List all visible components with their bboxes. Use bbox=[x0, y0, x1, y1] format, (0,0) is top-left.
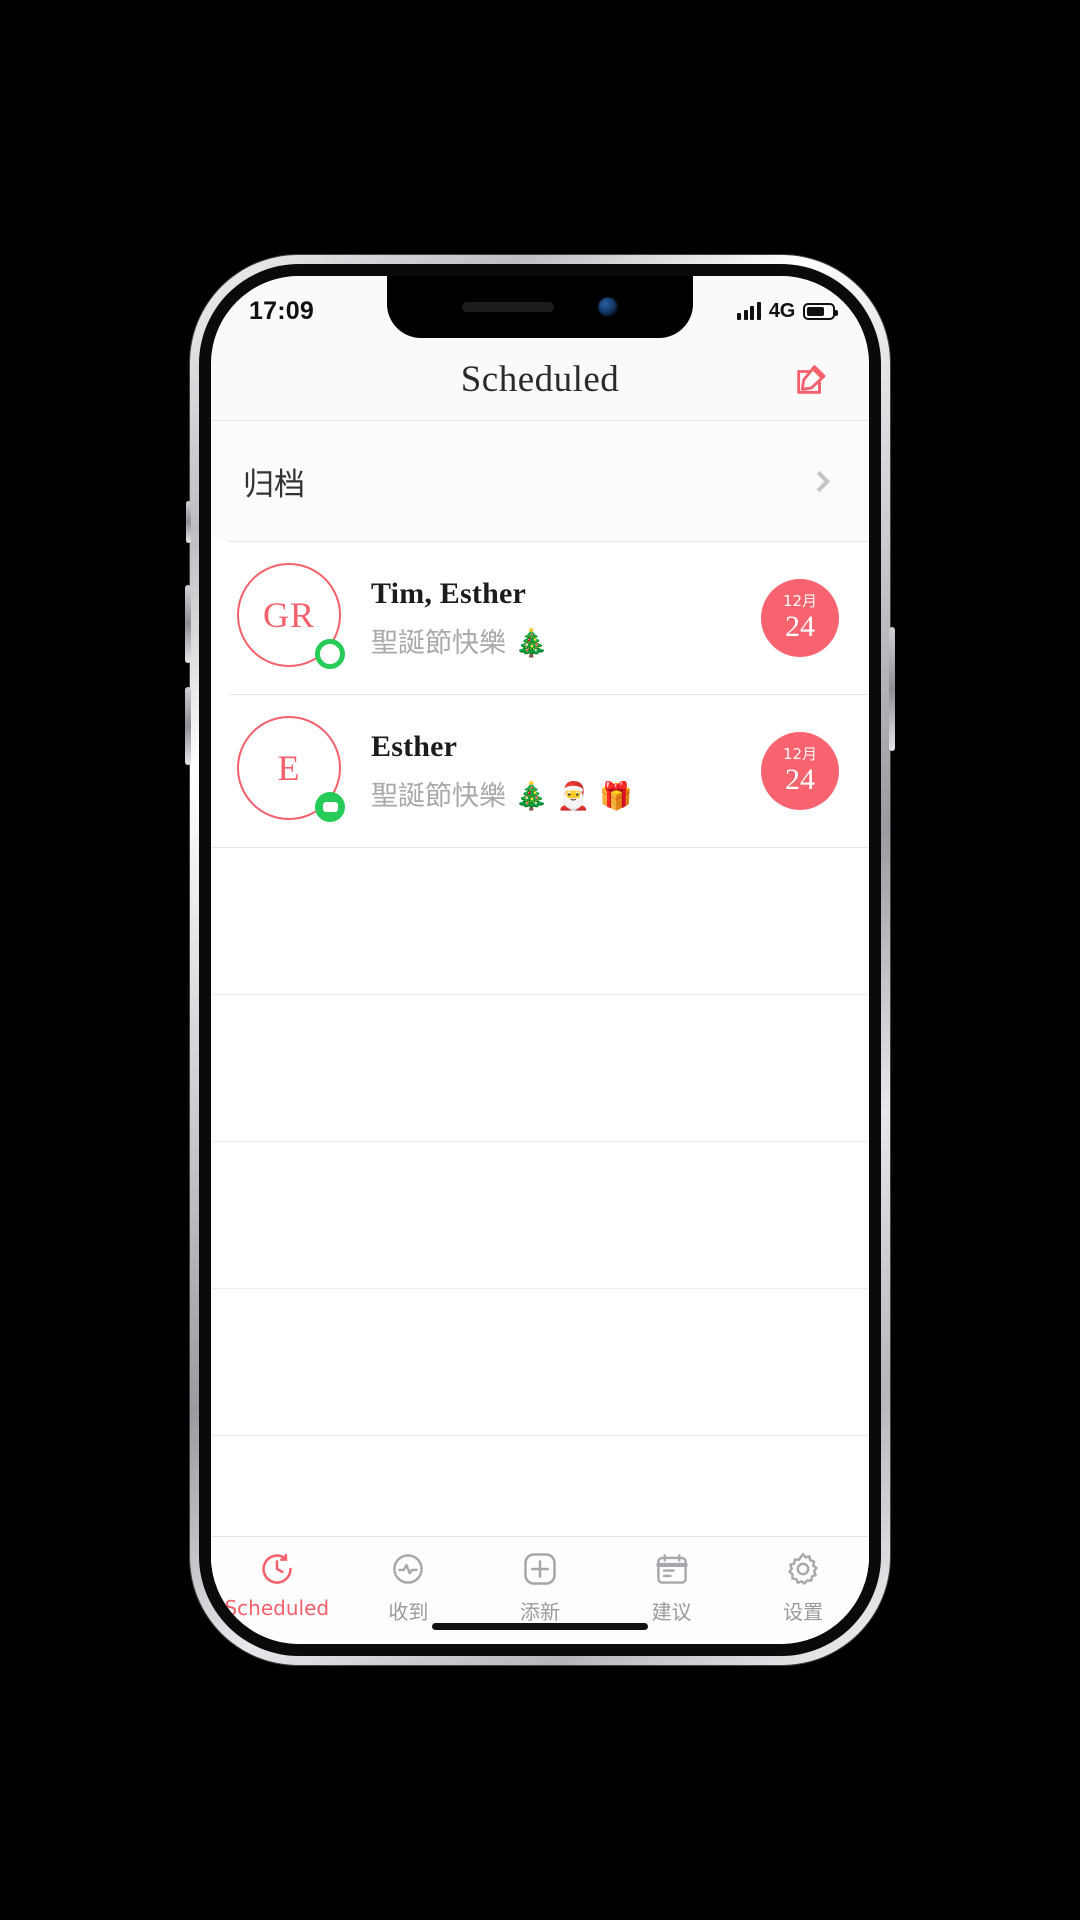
clock-icon bbox=[257, 1549, 297, 1589]
status-time: 17:09 bbox=[249, 296, 314, 325]
archive-row[interactable]: 归档 bbox=[211, 421, 869, 541]
calendar-icon bbox=[652, 1549, 692, 1589]
message-text: Esther 聖誕節快樂 🎄 🎅 🎁 bbox=[347, 730, 761, 813]
tab-label: 设置 bbox=[783, 1600, 824, 1624]
message-list: 归档 GR Tim, Esther 聖誕節快樂 🎄 12月 24 E Esthe… bbox=[211, 421, 869, 1583]
badge-month: 12月 bbox=[782, 745, 818, 763]
avatar: E bbox=[237, 716, 347, 826]
nav-bar: Scheduled bbox=[211, 338, 869, 420]
status-indicators: 4G bbox=[737, 299, 838, 323]
badge-day: 24 bbox=[785, 610, 815, 643]
contact-name: Tim, Esther bbox=[371, 576, 526, 610]
tab-scheduled[interactable]: Scheduled bbox=[211, 1549, 343, 1620]
empty-row bbox=[211, 1289, 869, 1436]
phone-bezel: 17:09 4G Scheduled 归档 GR Tim, Esther 聖誕節… bbox=[199, 264, 881, 1656]
tab-inbox[interactable]: 收到 bbox=[343, 1549, 475, 1625]
compose-pencil-icon[interactable] bbox=[789, 356, 835, 402]
badge-day: 24 bbox=[785, 763, 815, 796]
tab-label: 添新 bbox=[519, 1600, 560, 1624]
network-type-label: 4G bbox=[768, 299, 795, 322]
contact-name: Esther bbox=[371, 729, 458, 763]
archive-label: 归档 bbox=[243, 466, 305, 503]
presence-chat-bubble-icon bbox=[315, 792, 345, 822]
battery-icon bbox=[803, 302, 838, 320]
phone-frame: 17:09 4G Scheduled 归档 GR Tim, Esther 聖誕節… bbox=[185, 255, 895, 1665]
volume-down-button[interactable] bbox=[185, 687, 191, 765]
page-title: Scheduled bbox=[460, 358, 620, 400]
tab-label: 建议 bbox=[651, 1600, 692, 1624]
presence-online-icon bbox=[315, 639, 345, 669]
badge-month: 12月 bbox=[782, 592, 818, 610]
message-preview: 聖誕節快樂 🎄 🎅 🎁 bbox=[371, 780, 633, 812]
power-button[interactable] bbox=[889, 627, 895, 751]
chevron-right-icon bbox=[808, 470, 831, 492]
screenshot-stage: 17:09 4G Scheduled 归档 GR Tim, Esther 聖誕節… bbox=[0, 0, 1080, 1920]
message-preview: 聖誕節快樂 🎄 bbox=[371, 627, 549, 659]
status-badge: 12月 24 bbox=[761, 579, 839, 657]
volume-up-button[interactable] bbox=[185, 585, 191, 663]
tab-label: 收到 bbox=[388, 1600, 429, 1624]
gear-icon bbox=[783, 1549, 823, 1589]
silent-switch[interactable] bbox=[186, 501, 191, 543]
status-badge: 12月 24 bbox=[761, 732, 839, 810]
front-camera-icon bbox=[598, 297, 618, 317]
tab-add-new[interactable]: 添新 bbox=[474, 1549, 606, 1625]
tab-label: Scheduled bbox=[224, 1596, 330, 1620]
inbox-pulse-icon bbox=[388, 1549, 428, 1589]
empty-row bbox=[211, 995, 869, 1142]
list-item[interactable]: E Esther 聖誕節快樂 🎄 🎅 🎁 12月 24 bbox=[211, 695, 869, 847]
notch bbox=[387, 276, 693, 338]
plus-circle-icon bbox=[520, 1549, 560, 1589]
message-text: Tim, Esther 聖誕節快樂 🎄 bbox=[347, 577, 761, 660]
empty-row bbox=[211, 1142, 869, 1289]
phone-screen: 17:09 4G Scheduled 归档 GR Tim, Esther 聖誕節… bbox=[211, 276, 869, 1644]
tab-settings[interactable]: 设置 bbox=[737, 1549, 869, 1625]
avatar: GR bbox=[237, 563, 347, 673]
signal-bars-icon bbox=[737, 302, 761, 320]
empty-row bbox=[211, 848, 869, 995]
empty-rows bbox=[211, 848, 869, 1583]
tab-suggestions[interactable]: 建议 bbox=[606, 1549, 738, 1625]
earpiece-speaker bbox=[462, 302, 554, 312]
home-indicator[interactable] bbox=[432, 1623, 648, 1630]
list-item[interactable]: GR Tim, Esther 聖誕節快樂 🎄 12月 24 bbox=[211, 542, 869, 694]
